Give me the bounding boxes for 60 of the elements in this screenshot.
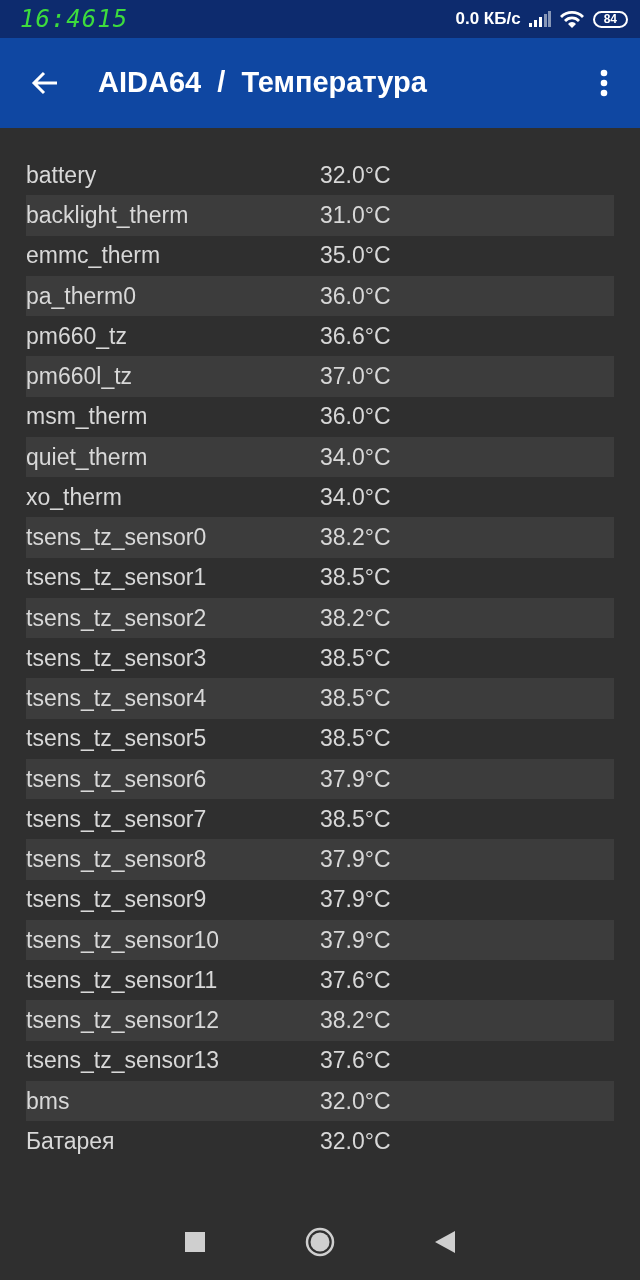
sensor-name: tsens_tz_sensor12: [26, 1006, 221, 1036]
sensor-name: tsens_tz_sensor1: [26, 563, 208, 593]
sensor-value: 38.2°C: [320, 603, 391, 633]
sensor-name: tsens_tz_sensor13: [26, 1046, 221, 1076]
sensor-name: tsens_tz_sensor6: [26, 764, 208, 794]
sensor-name: tsens_tz_sensor3: [26, 643, 208, 673]
sensor-name: msm_therm: [26, 402, 149, 432]
sensor-value: 36.0°C: [320, 281, 391, 311]
sensor-name: tsens_tz_sensor11: [26, 965, 219, 995]
more-options-icon: [600, 69, 608, 97]
sensor-name: tsens_tz_sensor2: [26, 603, 208, 633]
screen-title: AIDA64 / Температура: [98, 65, 428, 101]
sensor-value: 38.2°C: [320, 1006, 391, 1036]
network-speed: 0.0 КБ/с: [455, 8, 521, 31]
sensor-name: tsens_tz_sensor9: [26, 885, 208, 915]
sensor-value: 36.0°C: [320, 402, 391, 432]
signal-icon: [528, 11, 551, 27]
sensor-name: backlight_therm: [26, 201, 190, 231]
sensor-name: tsens_tz_sensor7: [26, 804, 208, 834]
sensor-value: 35.0°C: [320, 241, 391, 271]
clock: 16:4615: [20, 4, 129, 35]
sensor-value: 37.9°C: [320, 925, 391, 955]
sensor-name: quiet_therm: [26, 442, 149, 472]
sensor-value: 37.0°C: [320, 362, 391, 392]
sensor-name: battery: [26, 160, 98, 190]
sensor-value: 38.5°C: [320, 643, 391, 673]
sensor-value: 37.9°C: [320, 885, 391, 915]
sensor-value: 34.0°C: [320, 442, 391, 472]
sensor-name: pa_therm0: [26, 281, 137, 311]
sensor-name: tsens_tz_sensor4: [26, 684, 208, 714]
sensor-value: 34.0°C: [320, 482, 391, 512]
sensor-value: 38.5°C: [320, 684, 391, 714]
sensor-value: 38.5°C: [320, 804, 391, 834]
sensor-name: tsens_tz_sensor10: [26, 925, 221, 955]
sensor-name: emmc_therm: [26, 241, 162, 271]
sensor-name: tsens_tz_sensor8: [26, 845, 208, 875]
sensor-name: xo_therm: [26, 482, 123, 512]
sensor-name: pm660l_tz: [26, 362, 134, 392]
sensor-name: pm660_tz: [26, 321, 128, 351]
sensor-value: 38.5°C: [320, 724, 391, 754]
sensor-value: 37.6°C: [320, 965, 391, 995]
sensor-name: bms: [26, 1086, 71, 1116]
back-arrow-icon: [31, 71, 59, 95]
sensor-name: Батарея: [26, 1126, 116, 1156]
home-button[interactable]: [305, 1227, 335, 1257]
sensor-value: 38.2°C: [320, 523, 391, 553]
sensor-value: 37.9°C: [320, 845, 391, 875]
sensor-value: 32.0°C: [320, 1126, 391, 1156]
sensor-name: tsens_tz_sensor0: [26, 523, 208, 553]
sensor-value: 37.6°C: [320, 1046, 391, 1076]
sensor-value: 37.9°C: [320, 764, 391, 794]
wifi-icon: [558, 9, 585, 29]
back-nav-button[interactable]: [435, 1231, 455, 1253]
sensor-value: 31.0°C: [320, 201, 391, 231]
sensor-name: tsens_tz_sensor5: [26, 724, 208, 754]
sensor-value: 36.6°C: [320, 321, 391, 351]
battery-level: 84: [592, 10, 628, 28]
sensor-value: 32.0°C: [320, 1086, 391, 1116]
sensor-value: 32.0°C: [320, 160, 391, 190]
sensor-value: 38.5°C: [320, 563, 391, 593]
